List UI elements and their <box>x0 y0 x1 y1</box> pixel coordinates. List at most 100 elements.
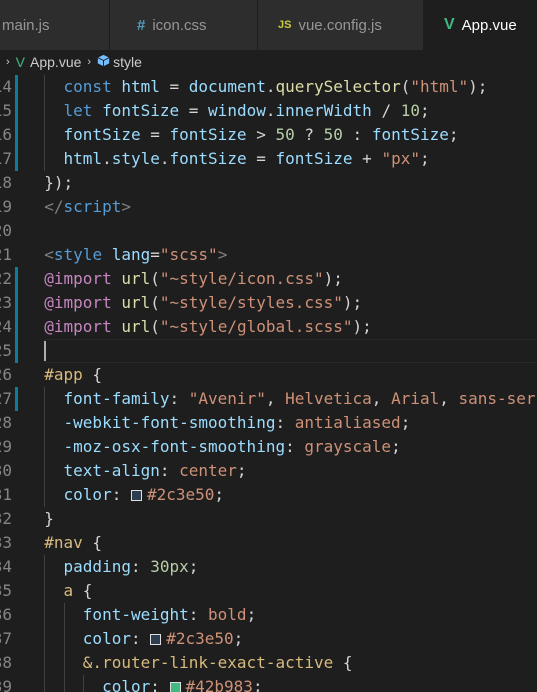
code-line[interactable]: 20 <box>0 219 537 243</box>
modified-line-marker <box>15 315 18 339</box>
code-line[interactable]: 28 -webkit-font-smoothing: antialiased; <box>0 411 537 435</box>
tab-label: App.vue <box>461 16 517 34</box>
code-line[interactable]: 24 @import url("~style/global.scss"); <box>0 315 537 339</box>
code-token: 50 <box>275 125 295 144</box>
code-token: fontSize <box>169 125 247 144</box>
code-text: @import url("~style/icon.css"); <box>25 267 343 291</box>
color-swatch[interactable] <box>150 634 162 645</box>
breadcrumb-section[interactable]: style <box>113 54 142 70</box>
code-token: . <box>102 149 112 168</box>
code-line[interactable]: 17 html.style.fontSize = fontSize + "px"… <box>0 147 537 171</box>
tab-app-vue[interactable]: V App.vue <box>424 0 537 50</box>
code-token: a <box>63 581 74 600</box>
tab-main-js[interactable]: main.js <box>0 0 110 50</box>
code-token: "scss" <box>159 245 218 264</box>
breadcrumb-file[interactable]: App.vue <box>30 54 81 70</box>
code-token: / <box>371 101 401 120</box>
code-line[interactable]: 30 text-align: center; <box>0 459 537 483</box>
code-line[interactable]: 25 <box>0 339 537 363</box>
code-token: : <box>275 413 295 432</box>
line-number: 30 <box>0 461 12 480</box>
code-line[interactable]: 37 color: #2c3e50; <box>0 627 537 651</box>
code-line[interactable]: 39 color: #42b983; <box>0 675 537 692</box>
code-token: ; <box>252 677 263 692</box>
code-line[interactable]: 27 font-family: "Avenir", Helvetica, Ari… <box>0 387 537 411</box>
chevron-right-icon: › <box>6 56 10 68</box>
line-number: 28 <box>0 413 12 432</box>
code-editor[interactable]: 14 const html = document.querySelector("… <box>0 74 537 692</box>
line-number: 18 <box>0 173 12 192</box>
code-token: ( <box>150 317 160 336</box>
code-token: font-weight <box>82 605 189 624</box>
line-number: 25 <box>0 341 12 360</box>
code-line[interactable]: 38 &.router-link-exact-active { <box>0 651 537 675</box>
code-token: </ <box>44 197 64 216</box>
code-line[interactable]: 22 @import url("~style/icon.css"); <box>0 267 537 291</box>
chevron-right-icon: › <box>87 56 92 68</box>
code-token: sans-serif <box>458 389 537 408</box>
line-number: 21 <box>0 245 12 264</box>
code-line[interactable]: 15 let fontSize = window.innerWidth / 10… <box>0 99 537 123</box>
vue-icon: V <box>15 54 26 70</box>
line-number: 14 <box>0 77 12 96</box>
code-text: a { <box>25 579 93 603</box>
code-line[interactable]: 16 fontSize = fontSize > 50 ? 50 : fontS… <box>0 123 537 147</box>
code-line[interactable]: 19 </script> <box>0 195 537 219</box>
code-token: , <box>371 389 392 408</box>
code-token: ; <box>214 485 225 504</box>
code-token: ( <box>150 269 160 288</box>
code-token: #nav <box>44 533 83 552</box>
vue-icon: V <box>444 16 455 33</box>
code-token: . <box>159 149 170 168</box>
code-token: ); <box>468 77 488 96</box>
js-icon: JS <box>278 19 292 31</box>
color-swatch[interactable] <box>130 490 142 501</box>
code-line[interactable]: 34 padding: 30px; <box>0 555 537 579</box>
code-token: { <box>73 581 93 600</box>
code-line[interactable]: 32 } <box>0 507 537 531</box>
code-line[interactable]: 33 #nav { <box>0 531 537 555</box>
color-swatch[interactable] <box>169 682 181 692</box>
tab-vue-config-js[interactable]: JS vue.config.js <box>258 0 424 50</box>
modified-line-marker <box>15 291 18 315</box>
code-line[interactable]: 29 -moz-osx-font-smoothing: grayscale; <box>0 435 537 459</box>
line-number: 27 <box>0 389 12 408</box>
code-text: font-weight: bold; <box>25 603 256 627</box>
line-number: 35 <box>0 581 12 600</box>
line-number: 23 <box>0 293 12 312</box>
line-number: 19 <box>0 197 12 216</box>
code-line[interactable]: 36 font-weight: bold; <box>0 603 537 627</box>
code-line[interactable]: 35 a { <box>0 579 537 603</box>
code-token: querySelector <box>275 77 401 96</box>
code-token: lang <box>111 245 151 264</box>
code-token: url <box>121 317 151 336</box>
code-text: } <box>25 507 54 531</box>
code-line[interactable]: 21 <style lang="scss"> <box>0 243 537 267</box>
code-text: font-family: "Avenir", Helvetica, Arial,… <box>25 387 537 411</box>
code-token: } <box>44 509 54 528</box>
tab-icon-css[interactable]: # icon.css <box>110 0 258 50</box>
hash-icon: # <box>137 16 146 34</box>
code-line[interactable]: 14 const html = document.querySelector("… <box>0 75 537 99</box>
code-line[interactable]: 18 }); <box>0 171 537 195</box>
code-text: color: #42b983; <box>25 675 263 692</box>
code-token: ( <box>150 293 160 312</box>
code-text: @import url("~style/global.scss"); <box>25 315 372 339</box>
code-line[interactable]: 23 @import url("~style/styles.css"); <box>0 291 537 315</box>
code-token: url <box>121 269 151 288</box>
line-number: 26 <box>0 365 12 384</box>
code-line[interactable]: 26 #app { <box>0 363 537 387</box>
code-line[interactable]: 31 color: #2c3e50; <box>0 483 537 507</box>
code-token: #2c3e50 <box>166 629 234 648</box>
code-token: style <box>111 149 160 168</box>
code-token: = <box>179 101 209 120</box>
